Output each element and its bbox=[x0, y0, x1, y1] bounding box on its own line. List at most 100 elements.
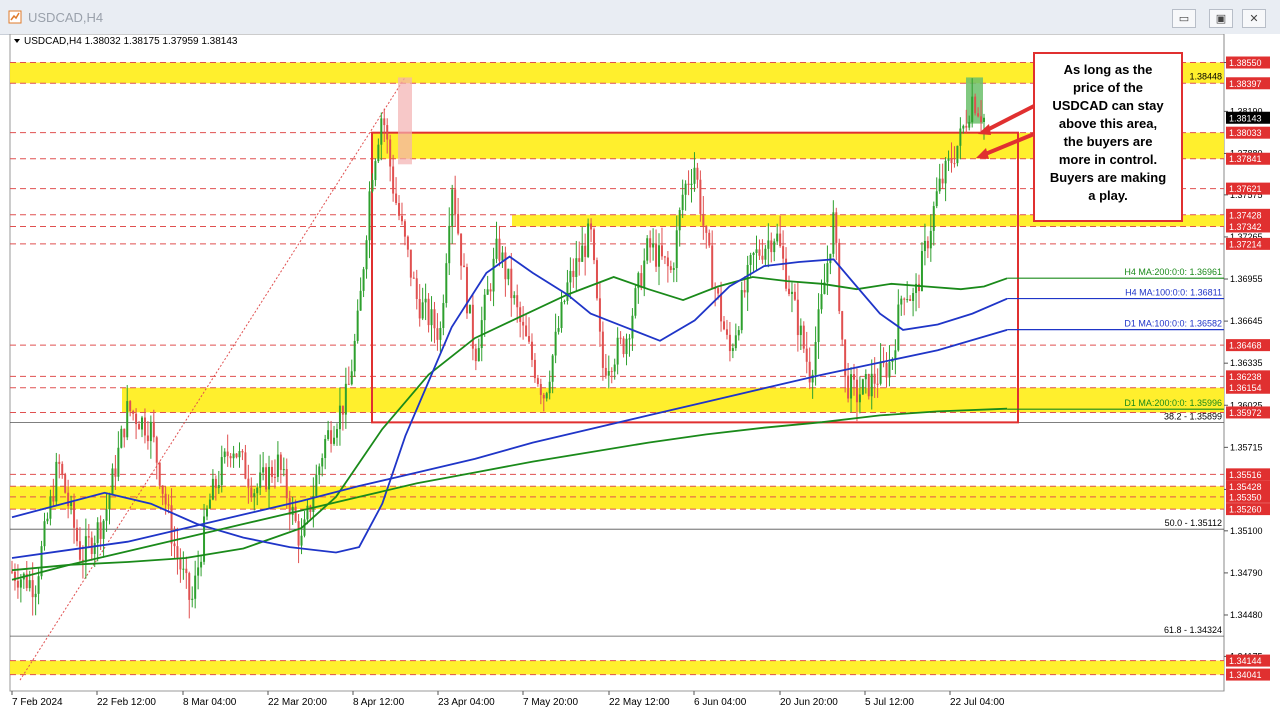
candle-body bbox=[138, 424, 141, 430]
candle-body bbox=[371, 180, 374, 192]
x-tick-label: 5 Jul 12:00 bbox=[865, 697, 914, 708]
candle-body bbox=[173, 543, 176, 547]
price-chart: 38.2 - 1.35899 50.0 - 1.35112 61.8 - 1.343… bbox=[9, 34, 1280, 708]
candle-body bbox=[551, 355, 554, 382]
x-tick-label: 22 Feb 12:00 bbox=[97, 697, 156, 708]
candle-body bbox=[616, 337, 619, 365]
candle-body bbox=[522, 321, 525, 326]
candle-body bbox=[149, 421, 152, 442]
candle-body bbox=[427, 298, 430, 326]
candle-body bbox=[262, 467, 265, 473]
candle-body bbox=[885, 363, 888, 378]
candle-body bbox=[749, 255, 752, 265]
candle-body bbox=[19, 579, 22, 588]
candle-body bbox=[604, 367, 607, 376]
candle-body bbox=[923, 240, 926, 252]
candle-body bbox=[652, 243, 655, 248]
price-badge-label: 1.38397 bbox=[1229, 79, 1262, 89]
candle-body bbox=[471, 304, 474, 349]
candle-body bbox=[486, 289, 489, 295]
chart-app-icon bbox=[8, 10, 22, 24]
minimize-button[interactable]: ▭ bbox=[1172, 9, 1196, 28]
candle-body bbox=[658, 245, 661, 267]
candle-body bbox=[646, 238, 649, 261]
candle-body bbox=[489, 289, 492, 292]
x-tick-label: 6 Jun 04:00 bbox=[694, 697, 747, 708]
candle-body bbox=[858, 394, 861, 403]
price-badge-label: 1.37621 bbox=[1229, 184, 1262, 194]
candle-body bbox=[468, 304, 471, 314]
candle-body bbox=[78, 541, 81, 560]
candle-body bbox=[200, 561, 203, 568]
candle-body bbox=[282, 469, 285, 471]
candle-body bbox=[953, 163, 956, 165]
candle-body bbox=[406, 236, 409, 250]
candle-body bbox=[268, 466, 271, 490]
candle-body bbox=[560, 301, 563, 329]
x-tick-label: 8 Mar 04:00 bbox=[183, 697, 237, 708]
candle-body bbox=[971, 96, 974, 123]
close-button[interactable]: ✕ bbox=[1242, 9, 1266, 28]
candle-body bbox=[655, 243, 658, 267]
candle-body bbox=[16, 580, 19, 588]
candle-body bbox=[380, 118, 383, 145]
candle-body bbox=[52, 496, 55, 502]
candle-body bbox=[790, 291, 793, 294]
candle-body bbox=[814, 342, 817, 375]
candle-body bbox=[545, 393, 548, 399]
x-axis-layer: 7 Feb 2024 22 Feb 12:00 8 Mar 04:00 22 Mar … bbox=[11, 691, 1005, 708]
candle-body bbox=[764, 248, 767, 260]
candle-body bbox=[693, 167, 696, 184]
candle-body bbox=[362, 269, 365, 291]
candle-body bbox=[129, 401, 132, 411]
price-badge-label: 1.34144 bbox=[1229, 656, 1262, 666]
candle-body bbox=[835, 212, 838, 243]
support-resistance-zone bbox=[10, 486, 1224, 510]
candle-body bbox=[386, 125, 389, 140]
candle-body bbox=[61, 463, 64, 475]
candle-body bbox=[395, 193, 398, 204]
candle-body bbox=[566, 282, 569, 301]
annotation-line: more in control. bbox=[1059, 152, 1157, 167]
candle-body bbox=[111, 468, 114, 496]
candle-body bbox=[132, 410, 135, 414]
candle-body bbox=[578, 258, 581, 262]
annotation-line: As long as the bbox=[1064, 62, 1153, 77]
candle-body bbox=[205, 508, 208, 517]
candle-body bbox=[58, 461, 61, 464]
candle-body bbox=[607, 371, 610, 376]
candle-body bbox=[73, 501, 76, 528]
candle-body bbox=[779, 233, 782, 247]
candle-body bbox=[418, 298, 421, 319]
candle-body bbox=[510, 268, 513, 299]
candle-body bbox=[663, 256, 666, 258]
candle-body bbox=[96, 522, 99, 544]
candle-body bbox=[344, 383, 347, 415]
price-badge-label: 1.37342 bbox=[1229, 222, 1262, 232]
candle-body bbox=[634, 288, 637, 316]
candle-body bbox=[392, 166, 395, 194]
restore-button[interactable]: ▣ bbox=[1209, 9, 1233, 28]
candle-body bbox=[11, 571, 13, 573]
price-badge-label: 1.36468 bbox=[1229, 341, 1262, 351]
annotation-line: the buyers are bbox=[1064, 134, 1153, 149]
candle-body bbox=[28, 580, 31, 589]
candle-body bbox=[595, 260, 598, 299]
x-tick-label: 7 May 20:00 bbox=[523, 697, 578, 708]
candle-body bbox=[962, 125, 965, 129]
candle-body bbox=[135, 413, 138, 425]
candle-body bbox=[536, 378, 539, 384]
candle-body bbox=[888, 362, 891, 378]
candle-body bbox=[442, 303, 445, 328]
candle-body bbox=[146, 435, 149, 442]
candle-body bbox=[377, 144, 380, 162]
candle-body bbox=[303, 519, 306, 536]
candle-body bbox=[492, 258, 495, 292]
window-title: USDCAD,H4 bbox=[28, 10, 104, 25]
candle-body bbox=[439, 327, 442, 340]
candle-body bbox=[977, 113, 980, 117]
candle-body bbox=[513, 295, 516, 299]
chart-window: USDCAD,H4 ▭ ▣ ✕ 38.2 - 1.35899 50.0 - 1.3… bbox=[0, 0, 1280, 721]
candle-body bbox=[699, 179, 702, 214]
candle-body bbox=[711, 245, 714, 288]
